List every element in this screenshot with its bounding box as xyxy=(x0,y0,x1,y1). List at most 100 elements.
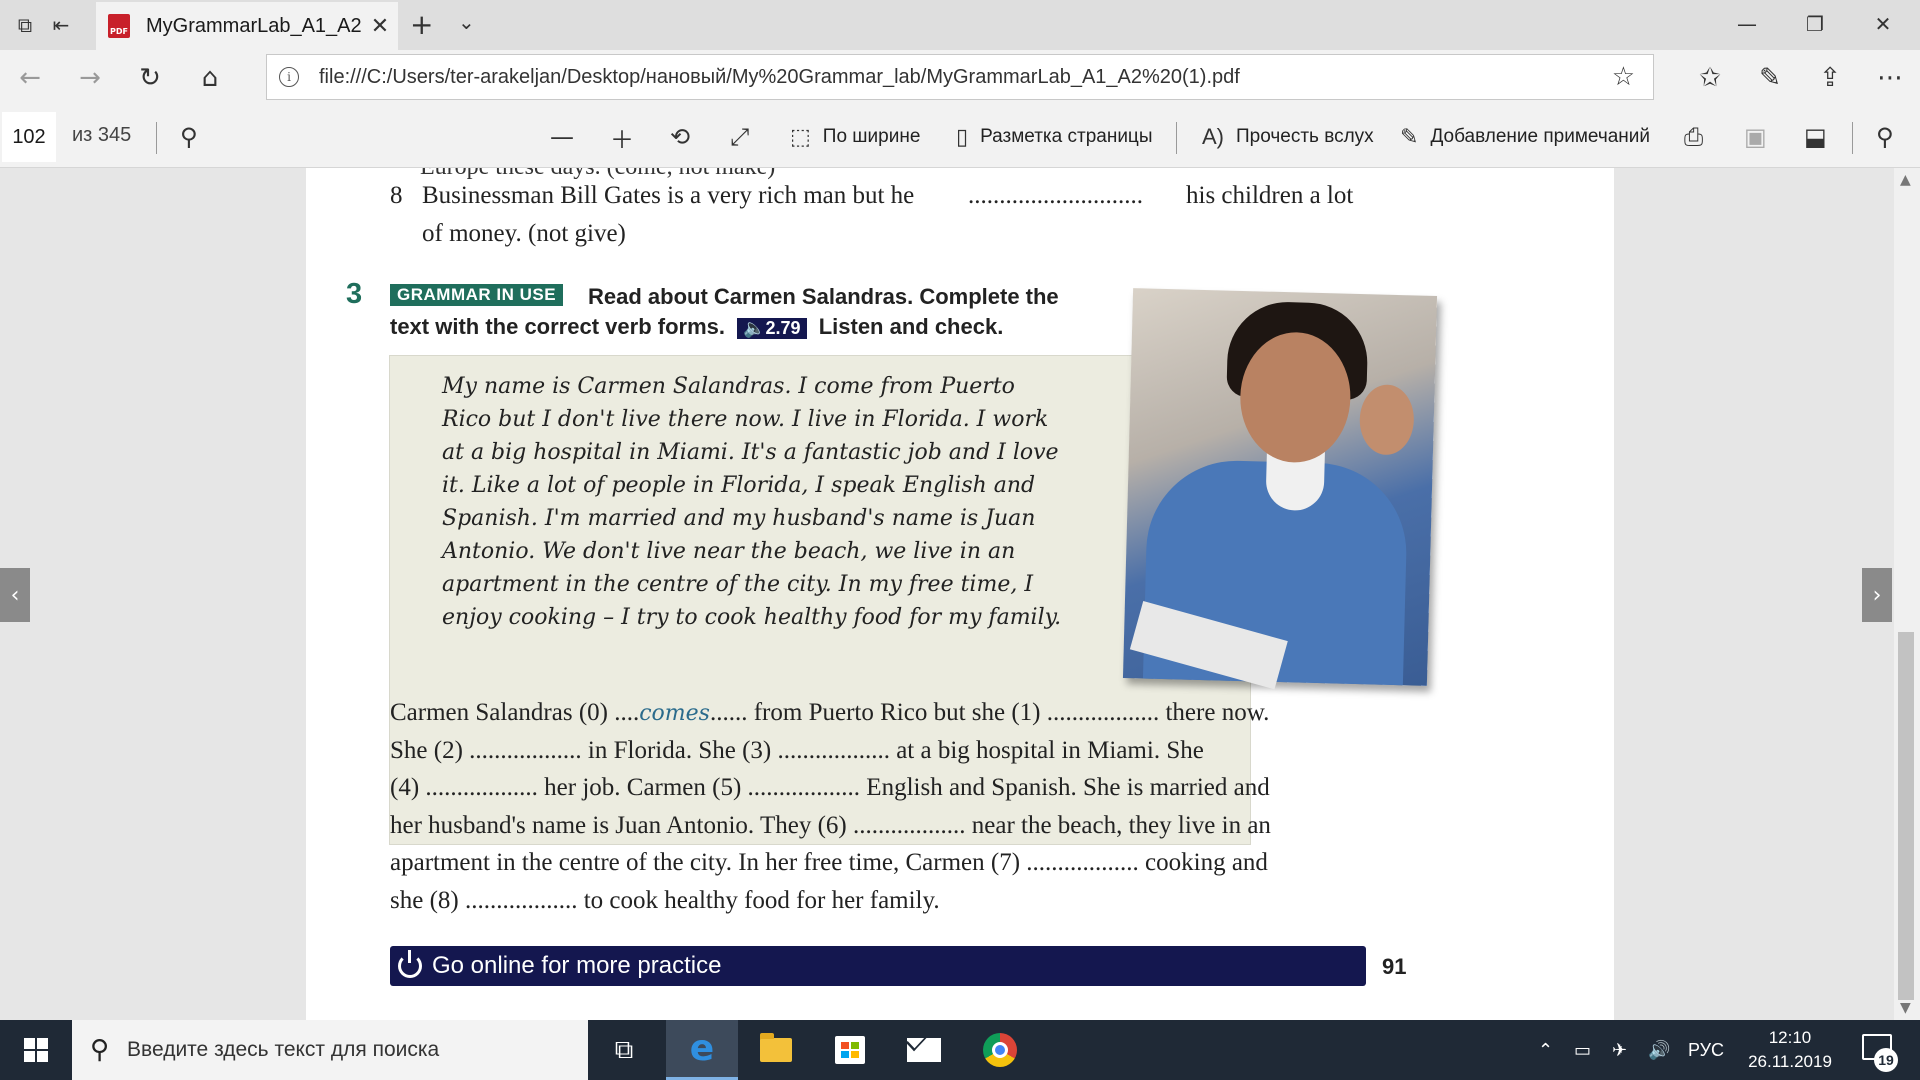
navigation-bar: ← → ↻ ⌂ i file:///C:/Users/ter-arakeljan… xyxy=(0,50,1920,106)
search-icon: ⚲ xyxy=(90,1035,110,1065)
edge-app-icon[interactable]: e xyxy=(666,1020,738,1080)
go-online-text: Go online for more practice xyxy=(432,952,722,979)
exercise-line-2: She (2) .................. in Florida. S… xyxy=(390,737,1204,764)
title-bar: ⧉ ⇤ PDF MyGrammarLab_A1_A2 ✕ + ⌄ — ❐ ✕ xyxy=(0,0,1920,50)
instruction-line-1: Read about Carmen Salandras. Complete th… xyxy=(588,284,1059,309)
scroll-down-arrow[interactable]: ▼ xyxy=(1900,1000,1911,1016)
add-notes-button[interactable]: ✎ Добавление примечаний xyxy=(1400,120,1650,154)
pdf-icon: PDF xyxy=(108,14,130,38)
fit-width-label: По ширине xyxy=(822,126,921,147)
close-tab-icon[interactable]: ✕ xyxy=(362,14,398,39)
home-button[interactable]: ⌂ xyxy=(192,60,228,96)
favorites-icon[interactable]: ✩ xyxy=(1692,60,1728,96)
divider xyxy=(156,122,157,154)
tab-title: MyGrammarLab_A1_A2 xyxy=(146,14,362,37)
address-url[interactable]: file:///C:/Users/ter-arakeljan/Desktop/н… xyxy=(319,66,1612,89)
taskbar-search[interactable]: ⚲ Введите здесь текст для поиска xyxy=(72,1020,588,1080)
instruction-text: text with the correct verb forms. xyxy=(390,314,725,339)
exercise-line-5: apartment in the centre of the city. In … xyxy=(390,849,1268,876)
pdf-viewer[interactable]: Europe these days. (come, not make) 8 Bu… xyxy=(0,168,1920,1020)
clock[interactable]: 12:10 26.11.2019 xyxy=(1740,1026,1840,1074)
share-icon[interactable]: ⇪ xyxy=(1812,60,1848,96)
page-number: 91 xyxy=(1382,954,1407,979)
network-icon[interactable]: ✈ xyxy=(1612,1020,1627,1080)
pdf-page: Europe these days. (come, not make) 8 Bu… xyxy=(306,168,1614,1020)
page-layout-icon: ▯ xyxy=(956,124,969,149)
search-icon[interactable]: ⚲ xyxy=(180,120,198,154)
print-icon[interactable]: ⎙ xyxy=(1684,120,1703,154)
exercise-line-3: (4) .................. her job. Carmen (… xyxy=(390,774,1270,801)
scrollbar-thumb[interactable] xyxy=(1898,632,1914,1000)
add-notes-label: Добавление примечаний xyxy=(1430,126,1651,147)
previous-page-arrow[interactable]: ‹ xyxy=(0,568,30,622)
info-icon[interactable]: i xyxy=(279,67,299,87)
nurse-photo xyxy=(1122,288,1438,690)
rotate-icon[interactable]: ⟲ xyxy=(670,120,690,154)
clock-date: 26.11.2019 xyxy=(1748,1052,1832,1071)
note-text: My name is Carmen Salandras. I come from… xyxy=(442,374,1062,630)
close-window-button[interactable]: ✕ xyxy=(1850,0,1916,48)
favorite-star-icon[interactable]: ☆ xyxy=(1612,62,1635,92)
zoom-out-icon[interactable]: — xyxy=(550,120,574,154)
mail-app-icon[interactable] xyxy=(888,1020,960,1080)
next-page-arrow[interactable]: › xyxy=(1862,568,1892,622)
forward-button[interactable]: → xyxy=(72,60,108,96)
pen-icon[interactable]: ✎ xyxy=(1752,60,1788,96)
search-placeholder: Введите здесь текст для поиска xyxy=(127,1038,440,1061)
fit-width-icon: ⬚ xyxy=(790,124,811,149)
refresh-button[interactable]: ↻ xyxy=(132,60,168,96)
divider xyxy=(1176,122,1177,154)
save-icon[interactable]: ▣ xyxy=(1744,120,1767,154)
audio-track-badge[interactable]: 🔈2.79 xyxy=(737,318,807,339)
address-bar[interactable]: i file:///C:/Users/ter-arakeljan/Desktop… xyxy=(266,54,1654,100)
audio-track-number: 2.79 xyxy=(765,318,801,338)
start-button[interactable] xyxy=(0,1020,72,1080)
scroll-up-arrow[interactable]: ▲ xyxy=(1900,172,1911,188)
save-as-icon[interactable]: ⬓ xyxy=(1804,120,1827,154)
file-explorer-icon[interactable] xyxy=(740,1020,812,1080)
clock-time: 12:10 xyxy=(1768,1028,1812,1047)
exercise-line-1: Carmen Salandras (0) ....comes...... fro… xyxy=(390,699,1270,726)
volume-icon[interactable]: 🔊 xyxy=(1648,1020,1670,1080)
back-button[interactable]: ← xyxy=(12,60,48,96)
fullscreen-icon[interactable]: ⤢ xyxy=(730,120,749,154)
power-icon xyxy=(398,950,422,978)
windows-logo-icon xyxy=(24,1038,48,1062)
page-total: из 345 xyxy=(72,124,132,146)
photo-background-person xyxy=(1358,384,1415,456)
read-aloud-button[interactable]: A) Прочесть вслух xyxy=(1202,120,1374,154)
exercise-line-6: she (8) .................. to cook healt… xyxy=(390,887,940,914)
battery-icon[interactable]: ▭ xyxy=(1574,1020,1591,1080)
page-number-input[interactable]: 102 xyxy=(2,112,56,162)
divider xyxy=(1852,122,1853,154)
exercise-line-1-a: Carmen Salandras (0) xyxy=(390,699,608,726)
new-tab-button[interactable]: + xyxy=(410,8,433,41)
tab-actions-icon[interactable]: ⧉ xyxy=(10,10,40,40)
fit-width-button[interactable]: ⬚ По ширине xyxy=(790,120,920,154)
zoom-in-icon[interactable]: ＋ xyxy=(610,120,634,154)
item-8-text-b: his children a lot xyxy=(1186,182,1354,209)
item-8-text-line2: of money. (not give) xyxy=(422,220,626,247)
page-layout-button[interactable]: ▯ Разметка страницы xyxy=(956,120,1152,154)
tabs-aside-icon[interactable]: ⇤ xyxy=(46,10,76,40)
minimize-button[interactable]: — xyxy=(1714,0,1780,48)
task-view-icon[interactable]: ⧉ xyxy=(588,1020,660,1080)
language-indicator[interactable]: РУС xyxy=(1688,1020,1724,1080)
item-8-blank: ............................ xyxy=(968,182,1143,209)
restore-button[interactable]: ❐ xyxy=(1782,0,1848,48)
go-online-banner[interactable]: Go online for more practice xyxy=(390,946,1366,986)
more-icon[interactable]: ⋯ xyxy=(1872,60,1908,96)
pin-icon[interactable]: ⚲ xyxy=(1876,120,1894,154)
vertical-scrollbar[interactable]: ▲ ▼ xyxy=(1894,168,1920,1020)
chevron-down-icon[interactable]: ⌄ xyxy=(458,10,475,34)
instruction-listen: Listen and check. xyxy=(818,314,1004,339)
notification-count: 19 xyxy=(1874,1048,1898,1072)
chrome-app-icon[interactable] xyxy=(964,1020,1036,1080)
tray-chevron-up-icon[interactable]: ⌃ xyxy=(1538,1020,1553,1080)
taskbar: ⚲ Введите здесь текст для поиска ⧉ e ⌃ ▭… xyxy=(0,1020,1920,1080)
item-8-number: 8 xyxy=(390,182,403,209)
read-aloud-icon: A) xyxy=(1202,124,1224,149)
page-layout-label: Разметка страницы xyxy=(980,126,1153,147)
store-icon[interactable] xyxy=(814,1020,886,1080)
tab-mygrammarlab[interactable]: PDF MyGrammarLab_A1_A2 ✕ xyxy=(96,2,398,50)
